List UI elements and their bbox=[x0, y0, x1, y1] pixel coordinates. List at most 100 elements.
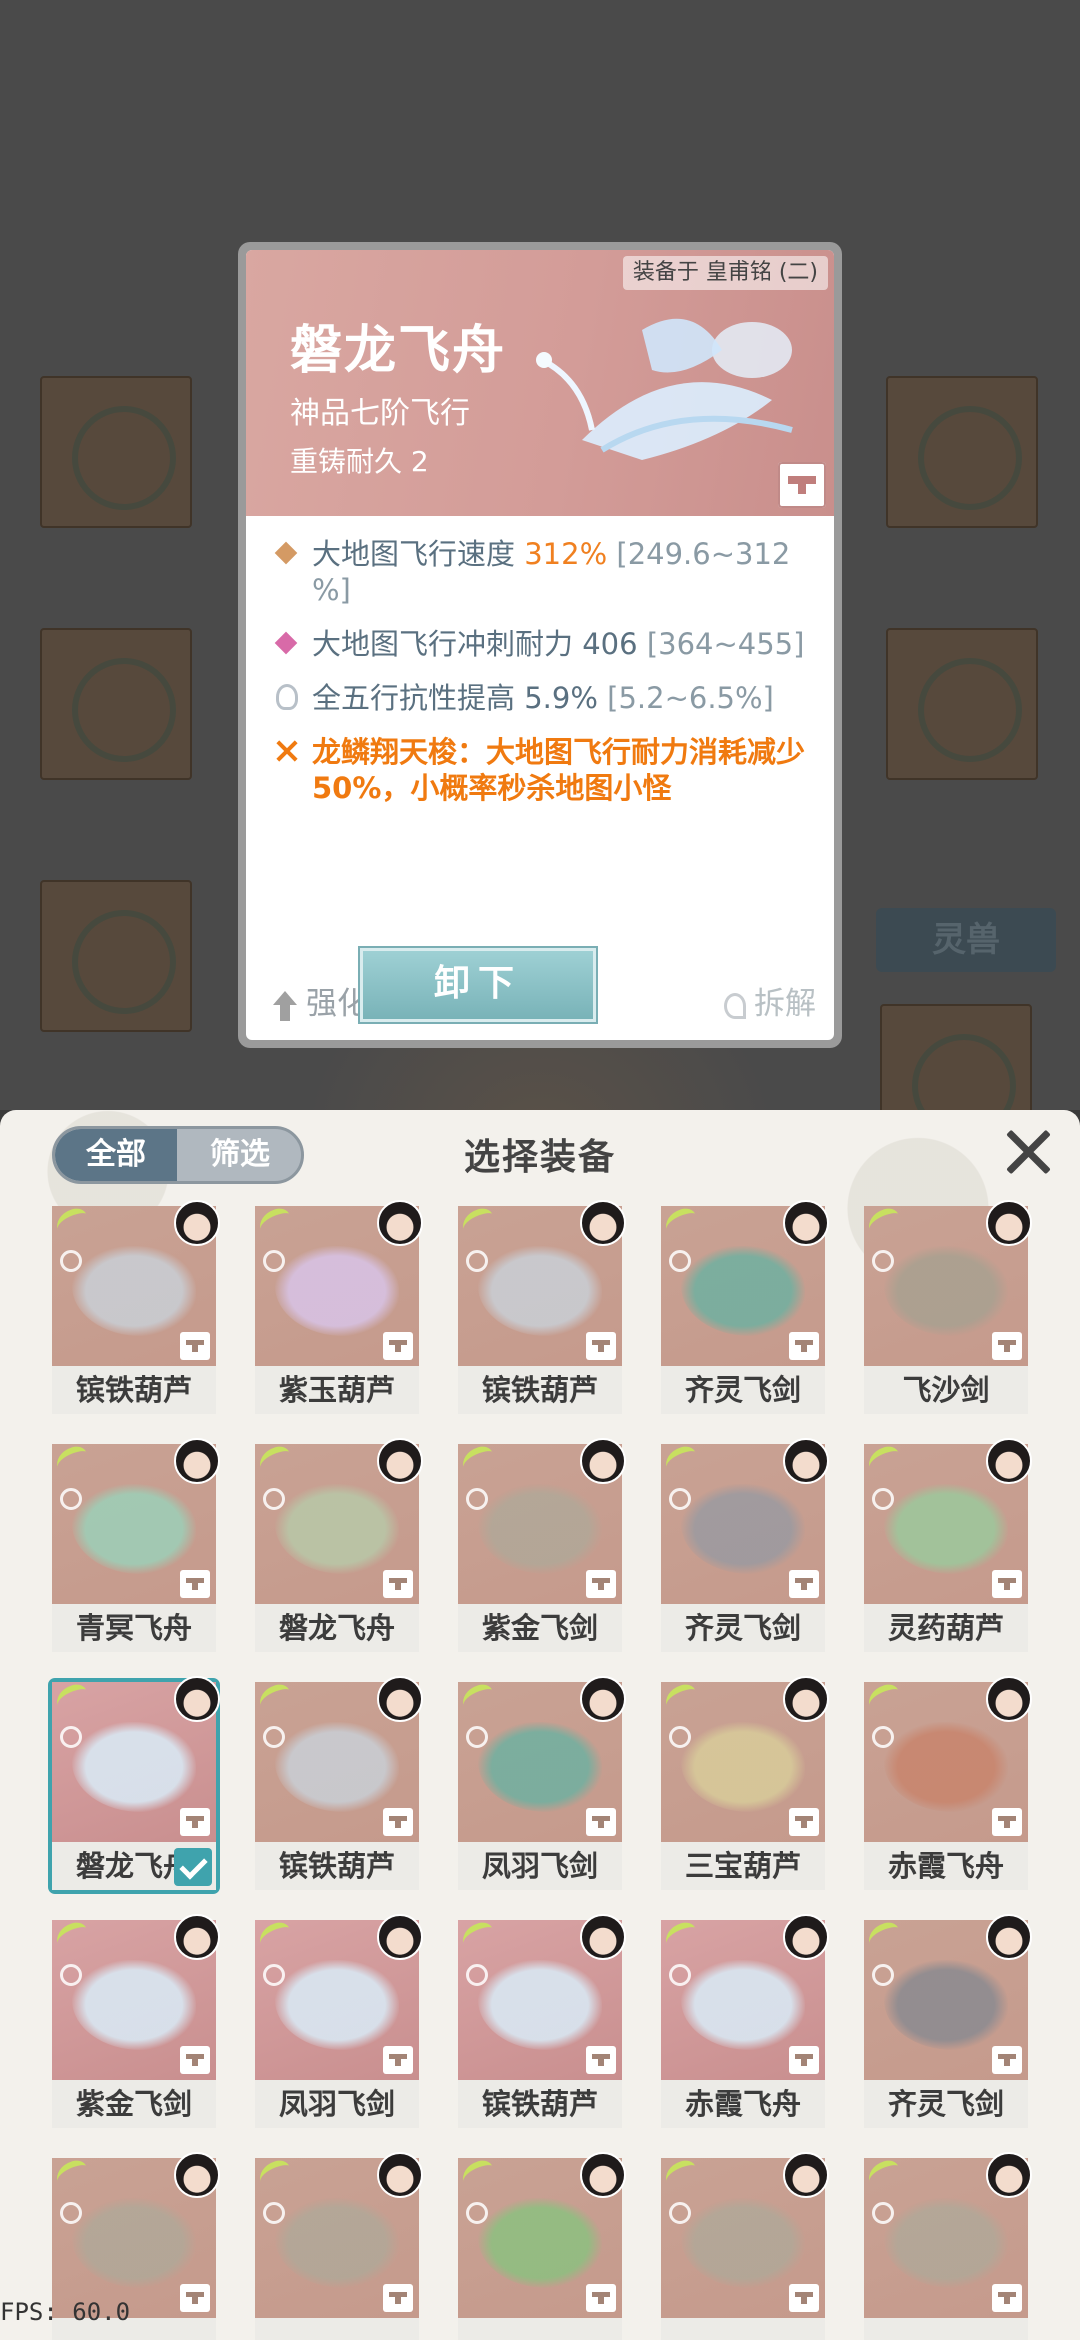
owner-avatar bbox=[377, 1676, 423, 1722]
equipment-card[interactable]: 青冥飞舟 bbox=[52, 1438, 220, 1652]
flame-icon bbox=[276, 684, 298, 710]
diamond-icon bbox=[274, 631, 298, 655]
item-grade: 神品七阶飞行 bbox=[290, 396, 470, 431]
rune-icon bbox=[466, 1488, 488, 1510]
close-icon[interactable] bbox=[1004, 1128, 1052, 1176]
owner-avatar bbox=[580, 1914, 626, 1960]
owner-avatar bbox=[580, 1676, 626, 1722]
rune-icon bbox=[872, 1250, 894, 1272]
equipment-card[interactable]: 齐灵飞剑 bbox=[661, 1438, 829, 1652]
rune-icon bbox=[60, 1250, 82, 1272]
equipment-slot bbox=[886, 628, 1038, 780]
unequip-button[interactable]: 卸下 bbox=[358, 946, 598, 1024]
rune-icon bbox=[60, 2202, 82, 2224]
equipment-card[interactable]: 赤霞飞舟 bbox=[864, 1676, 1032, 1890]
select-equipment-panel: 全部 筛选 选择装备 镔铁葫芦 紫玉葫芦 镔铁葫芦 齐灵飞剑 飞沙剑 青冥飞舟 磐龙飞舟 紫金… bbox=[0, 1110, 1080, 2340]
item-title: 磐龙飞舟 bbox=[290, 320, 507, 381]
lock-icon bbox=[383, 1332, 413, 1360]
rune-icon bbox=[669, 2202, 691, 2224]
lock-icon bbox=[992, 1808, 1022, 1836]
stat-label: 全五行抗性提高 bbox=[312, 681, 516, 715]
owner-avatar bbox=[986, 1438, 1032, 1484]
dismantle-label: 拆解 bbox=[754, 986, 816, 1022]
lock-icon bbox=[992, 1570, 1022, 1598]
lock-icon bbox=[586, 1332, 616, 1360]
equipment-card[interactable]: 灵药葫芦 bbox=[864, 1438, 1032, 1652]
equipment-card[interactable]: 紫玉葫芦 bbox=[255, 1200, 423, 1414]
owner-avatar bbox=[986, 1200, 1032, 1246]
item-name: 灵药葫芦 bbox=[864, 1604, 1028, 1652]
item-name: 青冥飞舟 bbox=[52, 1604, 216, 1652]
item-name: 紫玉葫芦 bbox=[255, 1366, 419, 1414]
equipment-card[interactable] bbox=[864, 2152, 1032, 2340]
equipment-slot bbox=[40, 880, 192, 1032]
item-name: 齐灵飞剑 bbox=[661, 1366, 825, 1414]
equipment-card[interactable]: 镔铁葫芦 bbox=[458, 1914, 626, 2128]
stat-range: [364~455] bbox=[646, 627, 805, 661]
equipment-card[interactable]: 齐灵飞剑 bbox=[661, 1200, 829, 1414]
equipment-card[interactable]: 凤羽飞剑 bbox=[255, 1914, 423, 2128]
item-name: 赤霞飞舟 bbox=[864, 1842, 1028, 1890]
owner-avatar bbox=[783, 1200, 829, 1246]
rune-icon bbox=[669, 1964, 691, 1986]
item-name: 镔铁葫芦 bbox=[458, 1366, 622, 1414]
item-name bbox=[661, 2318, 825, 2340]
special-effect-text: 龙鳞翔天梭：大地图飞行耐力消耗减少50%，小概率秒杀地图小怪 bbox=[312, 735, 806, 805]
stat-label: 大地图飞行速度 bbox=[312, 537, 516, 571]
spirit-beast-tab: 灵兽 bbox=[876, 908, 1056, 972]
lock-icon bbox=[383, 1570, 413, 1598]
lock-icon bbox=[586, 1808, 616, 1836]
lock-icon[interactable] bbox=[778, 462, 826, 508]
owner-avatar bbox=[986, 2152, 1032, 2198]
owner-avatar bbox=[174, 2152, 220, 2198]
check-icon bbox=[174, 1848, 212, 1886]
stat-row: 大地图飞行速度 312% [249.6~312 %] bbox=[274, 536, 820, 608]
rune-icon bbox=[263, 1250, 285, 1272]
owner-avatar bbox=[783, 1438, 829, 1484]
owner-avatar bbox=[580, 1200, 626, 1246]
item-detail-header: 装备于 皇甫铭 (二) 磐龙飞舟 神品七阶飞行 重铸耐久 2 bbox=[246, 250, 834, 516]
item-stats: 大地图飞行速度 312% [249.6~312 %] 大地图飞行冲刺耐力 406… bbox=[246, 516, 834, 824]
equipment-card[interactable]: 三宝葫芦 bbox=[661, 1676, 829, 1890]
fps-counter: FPS: 60.0 bbox=[0, 2298, 131, 2326]
equipment-card[interactable]: 赤霞飞舟 bbox=[661, 1914, 829, 2128]
owner-avatar bbox=[580, 1438, 626, 1484]
equipment-slot bbox=[40, 376, 192, 528]
equipment-card[interactable] bbox=[661, 2152, 829, 2340]
equipment-card[interactable]: 齐灵飞剑 bbox=[864, 1914, 1032, 2128]
item-name bbox=[255, 2318, 419, 2340]
equipment-card[interactable]: 镔铁葫芦 bbox=[255, 1676, 423, 1890]
rune-icon bbox=[466, 1964, 488, 1986]
rune-icon bbox=[263, 1964, 285, 1986]
equipment-card[interactable]: 镔铁葫芦 bbox=[458, 1200, 626, 1414]
owner-avatar bbox=[986, 1676, 1032, 1722]
equipment-card[interactable] bbox=[458, 2152, 626, 2340]
equipment-card[interactable]: 凤羽飞剑 bbox=[458, 1676, 626, 1890]
stat-range: [5.2~6.5%] bbox=[607, 681, 774, 715]
owner-avatar bbox=[377, 1200, 423, 1246]
equipment-slot bbox=[880, 1004, 1032, 1138]
lock-icon bbox=[789, 2046, 819, 2074]
equipment-card[interactable]: 紫金飞剑 bbox=[52, 1914, 220, 2128]
equipment-card[interactable] bbox=[255, 2152, 423, 2340]
rune-icon bbox=[872, 1488, 894, 1510]
equipment-card[interactable]: 磐龙飞舟 bbox=[48, 1676, 220, 1894]
equipment-card[interactable]: 飞沙剑 bbox=[864, 1200, 1032, 1414]
lock-icon bbox=[992, 2046, 1022, 2074]
rune-icon bbox=[669, 1726, 691, 1748]
dismantle-button[interactable]: 拆解 bbox=[724, 982, 816, 1026]
item-name: 磐龙飞舟 bbox=[255, 1604, 419, 1652]
stat-range-cont: %] bbox=[312, 573, 351, 607]
equipment-card[interactable]: 镔铁葫芦 bbox=[52, 1200, 220, 1414]
equipment-card[interactable]: 磐龙飞舟 bbox=[255, 1438, 423, 1652]
rune-icon bbox=[60, 1964, 82, 1986]
owner-avatar bbox=[377, 1438, 423, 1484]
owner-avatar bbox=[174, 1438, 220, 1484]
equipment-card[interactable]: 紫金飞剑 bbox=[458, 1438, 626, 1652]
rune-icon bbox=[466, 2202, 488, 2224]
item-name: 飞沙剑 bbox=[864, 1366, 1028, 1414]
lock-icon bbox=[180, 1570, 210, 1598]
owner-avatar bbox=[377, 1914, 423, 1960]
item-name bbox=[864, 2318, 1028, 2340]
upgrade-button[interactable]: 强化 bbox=[272, 982, 368, 1026]
